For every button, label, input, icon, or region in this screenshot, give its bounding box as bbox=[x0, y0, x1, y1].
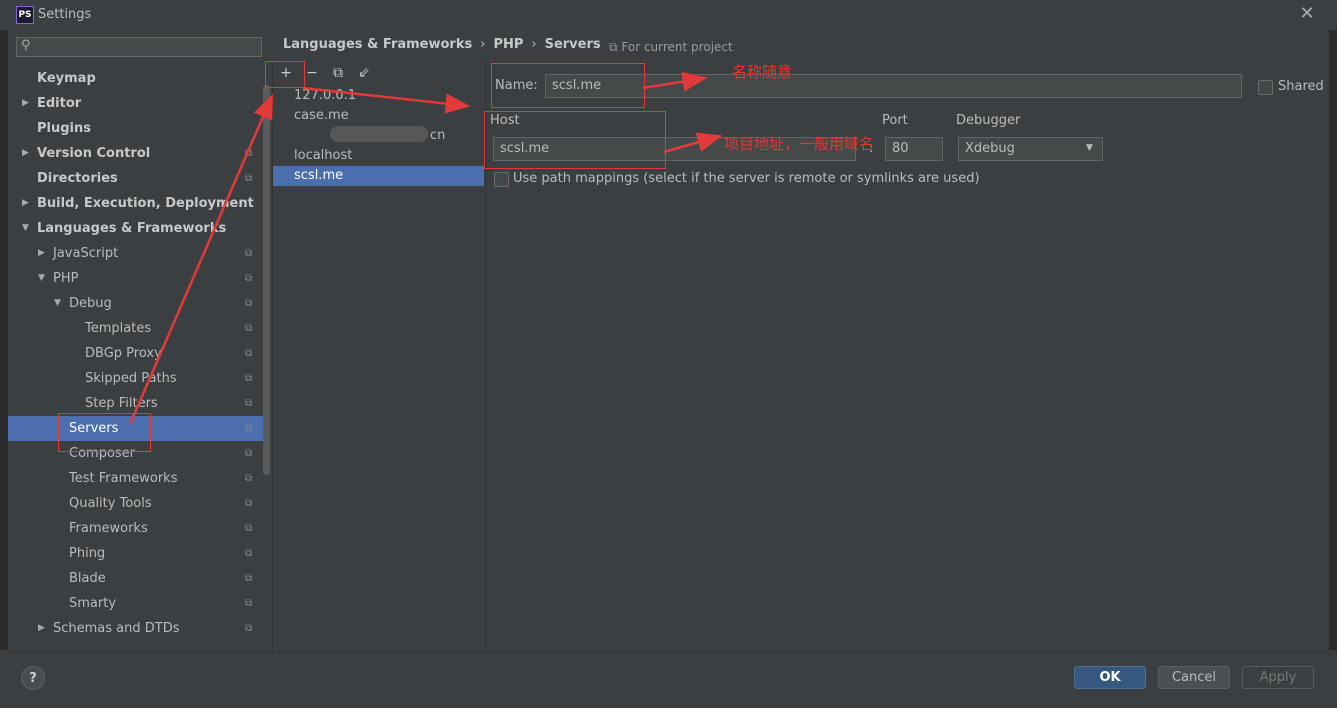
arrow-name-note bbox=[642, 71, 708, 92]
annotation-arrows bbox=[128, 71, 723, 425]
arrow-host-note bbox=[663, 132, 723, 154]
cancel-button[interactable]: Cancel bbox=[1158, 666, 1230, 689]
ok-button[interactable]: OK bbox=[1074, 666, 1146, 689]
arrow-add-to-form bbox=[302, 86, 471, 114]
apply-button[interactable]: Apply bbox=[1242, 666, 1314, 689]
help-button[interactable]: ? bbox=[21, 666, 45, 690]
arrow-servers-to-add bbox=[128, 93, 274, 425]
